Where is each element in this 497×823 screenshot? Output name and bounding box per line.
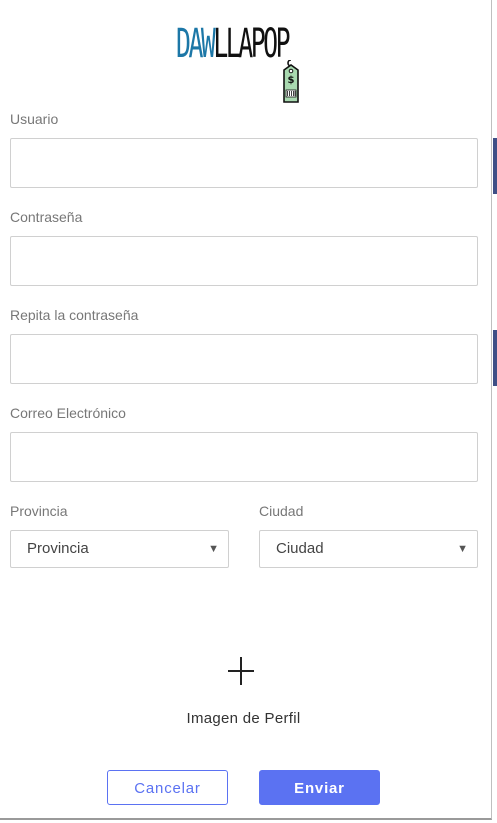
register-modal: DAWLLAPOP $ Usuario Contraseña Repita la… (0, 0, 492, 820)
repeat-password-label: Repita la contraseña (10, 307, 139, 323)
profile-image-label: Imagen de Perfil (186, 710, 301, 727)
price-tag-icon: $ (283, 60, 299, 103)
password-input[interactable] (10, 236, 478, 286)
city-selected-value: Ciudad (276, 540, 324, 557)
province-label: Provincia (10, 503, 68, 519)
email-label: Correo Electrónico (10, 405, 126, 421)
background-bar (493, 330, 497, 386)
plus-icon[interactable] (224, 648, 258, 692)
dropdown-arrow-icon: ▼ (457, 543, 468, 555)
province-selected-value: Provincia (27, 540, 89, 557)
username-input[interactable] (10, 138, 478, 188)
background-bar (493, 138, 497, 194)
username-label: Usuario (10, 111, 59, 127)
logo-text-llapop: LLAPOP (213, 21, 290, 67)
price-tag-symbol: $ (288, 75, 295, 86)
dropdown-arrow-icon: ▼ (208, 543, 219, 555)
logo: DAWLLAPOP $ (176, 22, 316, 104)
repeat-password-input[interactable] (10, 334, 478, 384)
email-input[interactable] (10, 432, 478, 482)
logo-text: DAWLLAPOP (176, 21, 291, 67)
cancel-button[interactable]: Cancelar (107, 770, 228, 805)
city-select[interactable]: Ciudad ▼ (259, 530, 478, 568)
password-label: Contraseña (10, 209, 83, 225)
province-select[interactable]: Provincia ▼ (10, 530, 229, 568)
city-label: Ciudad (259, 503, 304, 519)
submit-button[interactable]: Enviar (259, 770, 380, 805)
logo-text-daw: DAW (176, 21, 216, 67)
